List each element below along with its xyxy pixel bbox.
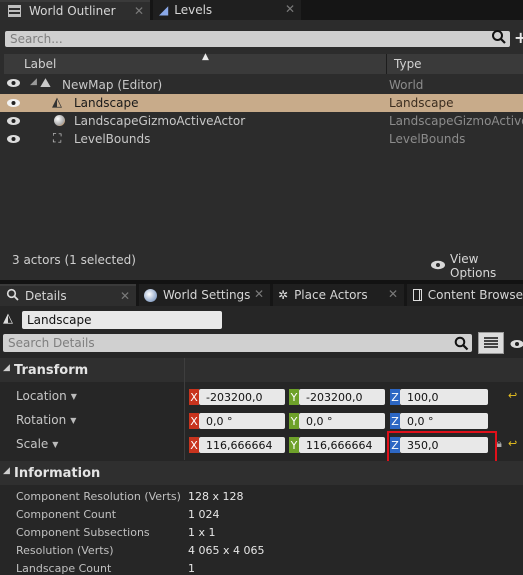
rotation-x-field[interactable]: X 0,0 °: [189, 413, 285, 429]
landscape-icon: ◭: [3, 311, 13, 326]
tab-levels[interactable]: ◢ Levels ✕: [153, 0, 301, 20]
location-label[interactable]: Location ▼: [16, 389, 77, 403]
column-splitter[interactable]: [184, 358, 185, 460]
tab-content-browser[interactable]: Content Browse: [407, 284, 523, 306]
row-label: LandscapeGizmoActiveActor: [74, 114, 246, 128]
add-icon[interactable]: +: [514, 28, 523, 47]
close-icon[interactable]: ✕: [254, 287, 264, 301]
tab-world-outliner[interactable]: World Outliner ✕: [0, 0, 150, 20]
place-actors-icon: ✲: [278, 288, 289, 302]
eye-icon[interactable]: [6, 77, 21, 92]
eye-icon: [430, 259, 446, 274]
info-row: Component Resolution (Verts) 128 x 128: [16, 490, 244, 503]
row-label: Landscape: [74, 96, 139, 110]
row-type: LandscapeGizmoActiveA: [389, 114, 523, 128]
outliner-search-input[interactable]: Search...: [5, 31, 510, 47]
actor-count: 3 actors (1 selected): [12, 253, 136, 267]
rotation-label[interactable]: Rotation ▼: [16, 413, 76, 427]
rotation-y-field[interactable]: Y 0,0 °: [289, 413, 385, 429]
eye-icon[interactable]: [6, 133, 21, 148]
column-label[interactable]: Label: [24, 57, 56, 71]
collapse-arrow-icon: ◢: [3, 363, 10, 373]
outliner-row-landscape[interactable]: ◭ Landscape Landscape: [0, 94, 523, 112]
row-type: LevelBounds: [389, 132, 466, 146]
row-label: LevelBounds: [74, 132, 151, 146]
close-icon[interactable]: ✕: [134, 4, 144, 18]
info-row: Component Count 1 024: [16, 508, 220, 521]
close-icon[interactable]: ✕: [388, 287, 398, 301]
transform-section-header[interactable]: ◢ Transform: [0, 358, 523, 382]
content-browser-icon: [413, 289, 422, 301]
information-title: Information: [14, 466, 101, 481]
expand-arrow-icon[interactable]: ◢: [30, 77, 37, 87]
scale-label[interactable]: Scale ▼: [16, 437, 58, 451]
reset-location-icon[interactable]: ↩: [508, 389, 517, 402]
eye-icon[interactable]: [6, 115, 21, 130]
levels-icon: ◢: [159, 3, 169, 17]
tab-label: Levels: [174, 3, 213, 17]
eye-icon[interactable]: [6, 97, 21, 112]
tab-label: Content Browse: [427, 288, 523, 302]
dropdown-arrow-icon: ▼: [70, 415, 77, 425]
row-type: Landscape: [389, 96, 454, 110]
location-y-field[interactable]: Y -203200,0: [289, 389, 385, 405]
details-search-input[interactable]: Search Details: [3, 334, 472, 352]
world-icon: ⛰: [40, 76, 51, 91]
grid-icon: [484, 337, 498, 349]
tab-label: Details: [25, 289, 67, 303]
outliner-icon: [8, 5, 21, 17]
outliner-row-gizmo[interactable]: LandscapeGizmoActiveActor LandscapeGizmo…: [0, 112, 523, 130]
tab-world-settings[interactable]: World Settings ✕: [139, 284, 270, 306]
collapse-arrow-icon: ◢: [3, 466, 10, 476]
sort-up-icon: ▲: [202, 52, 209, 62]
search-icon[interactable]: [454, 336, 469, 354]
tab-details[interactable]: Details ✕: [0, 284, 136, 306]
rotation-z-field[interactable]: Z 0,0 °: [390, 413, 488, 429]
location-x-field[interactable]: X -203200,0: [189, 389, 285, 405]
actor-name-field[interactable]: Landscape: [22, 311, 222, 329]
scale-y-field[interactable]: Y 116,666664: [289, 437, 385, 453]
landscape-icon: ◭: [52, 95, 62, 110]
tab-label: World Settings: [163, 288, 251, 302]
transform-title: Transform: [14, 363, 89, 378]
globe-icon: [144, 288, 157, 302]
dropdown-arrow-icon: ▼: [70, 391, 77, 401]
search-icon[interactable]: [491, 29, 507, 45]
search-icon: [6, 288, 19, 304]
view-options-label: View Options: [450, 252, 497, 280]
bounds-icon: ⛶: [53, 131, 62, 145]
scale-x-field[interactable]: X 116,666664: [189, 437, 285, 453]
info-row: Landscape Count 1: [16, 562, 195, 575]
eye-icon[interactable]: [510, 338, 523, 353]
search-placeholder: Search...: [10, 32, 63, 46]
actor-name-value: Landscape: [27, 313, 92, 327]
row-label: NewMap (Editor): [62, 78, 163, 92]
outliner-row-levelbounds[interactable]: ⛶ LevelBounds LevelBounds: [0, 130, 523, 148]
sphere-icon: [54, 115, 65, 126]
search-placeholder: Search Details: [8, 336, 95, 350]
column-type[interactable]: Type: [394, 57, 422, 71]
reset-scale-icon[interactable]: ↩: [508, 437, 517, 450]
tab-place-actors[interactable]: ✲ Place Actors ✕: [273, 284, 404, 306]
tab-label: Place Actors: [294, 288, 368, 302]
property-matrix-button[interactable]: [478, 332, 504, 354]
view-options-button[interactable]: View Options: [430, 252, 523, 280]
row-type: World: [389, 78, 424, 92]
location-z-field[interactable]: Z 100,0: [390, 389, 488, 405]
dropdown-arrow-icon: ▼: [52, 439, 59, 449]
info-row: Component Subsections 1 x 1: [16, 526, 216, 539]
outliner-header: Label ▲ Type: [4, 52, 523, 74]
close-icon[interactable]: ✕: [120, 289, 130, 303]
outliner-row-newmap[interactable]: ◢ ⛰ NewMap (Editor) World: [0, 76, 523, 94]
close-icon[interactable]: ✕: [285, 2, 295, 16]
information-section-header[interactable]: ◢ Information: [0, 461, 523, 485]
tab-label: World Outliner: [29, 4, 116, 18]
column-divider: [386, 54, 387, 74]
info-row: Resolution (Verts) 4 065 x 4 065: [16, 544, 265, 557]
